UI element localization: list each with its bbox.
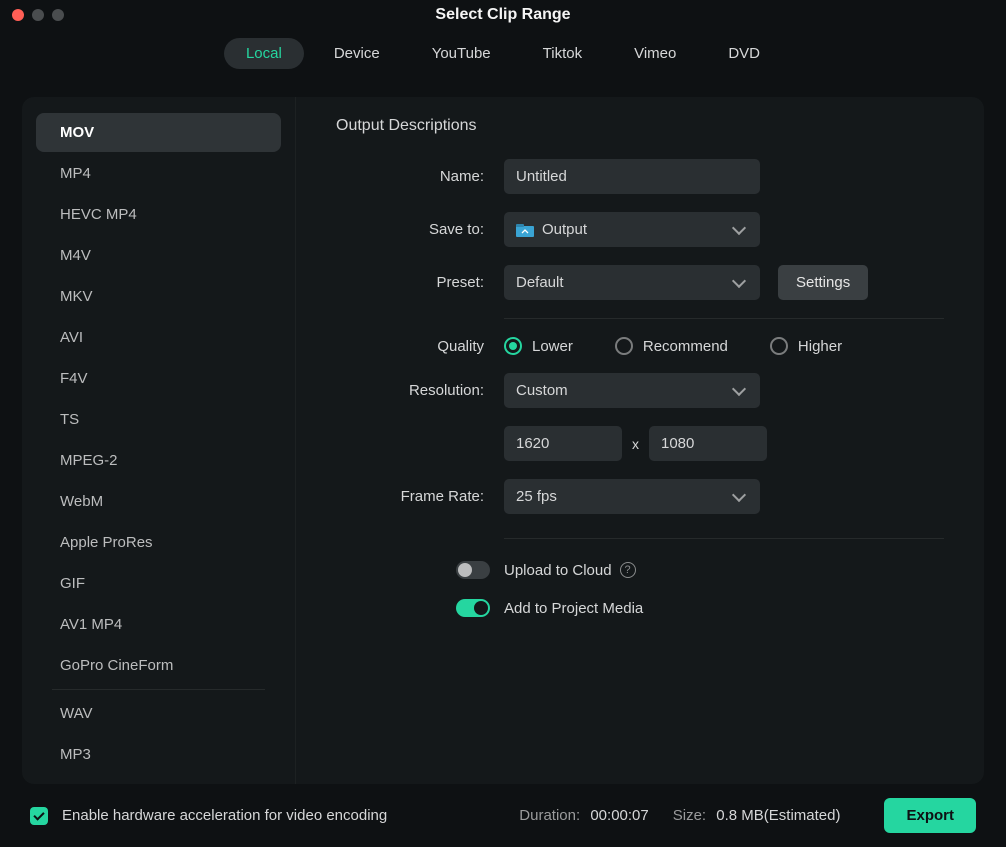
hw-accel-checkbox[interactable] bbox=[30, 807, 48, 825]
help-icon[interactable]: ? bbox=[620, 562, 636, 578]
upload-cloud-toggle[interactable] bbox=[456, 561, 490, 579]
quality-higher-label: Higher bbox=[798, 338, 842, 355]
duration-label: Duration: bbox=[519, 807, 580, 824]
size-label: Size: bbox=[673, 807, 706, 824]
close-window-button[interactable] bbox=[12, 9, 24, 21]
divider bbox=[504, 318, 944, 319]
name-label: Name: bbox=[336, 168, 504, 185]
quality-recommend-label: Recommend bbox=[643, 338, 728, 355]
name-input[interactable] bbox=[504, 159, 760, 194]
format-mkv[interactable]: MKV bbox=[36, 277, 281, 316]
format-mov[interactable]: MOV bbox=[36, 113, 281, 152]
format-mp3[interactable]: MP3 bbox=[36, 735, 281, 774]
add-to-project-media-toggle[interactable] bbox=[456, 599, 490, 617]
maximize-window-button[interactable] bbox=[52, 9, 64, 21]
resolution-select[interactable]: Custom bbox=[504, 373, 760, 408]
divider bbox=[504, 538, 944, 539]
footer-bar: Enable hardware acceleration for video e… bbox=[0, 784, 1006, 847]
chevron-down-icon bbox=[732, 381, 746, 395]
format-gif[interactable]: GIF bbox=[36, 564, 281, 603]
preset-select[interactable]: Default bbox=[504, 265, 760, 300]
tab-tiktok[interactable]: Tiktok bbox=[521, 38, 604, 69]
format-f4v[interactable]: F4V bbox=[36, 359, 281, 398]
save-to-value: Output bbox=[542, 221, 587, 238]
tab-dvd[interactable]: DVD bbox=[706, 38, 782, 69]
radio-icon bbox=[504, 337, 522, 355]
window-title: Select Clip Range bbox=[0, 6, 1006, 24]
format-mp4[interactable]: MP4 bbox=[36, 154, 281, 193]
duration-value: 00:00:07 bbox=[590, 807, 648, 824]
radio-icon bbox=[615, 337, 633, 355]
resolution-separator: x bbox=[632, 436, 639, 452]
frame-rate-select[interactable]: 25 fps bbox=[504, 479, 760, 514]
format-sidebar: MOV MP4 HEVC MP4 M4V MKV AVI F4V TS MPEG… bbox=[22, 97, 296, 784]
format-ts[interactable]: TS bbox=[36, 400, 281, 439]
resolution-value: Custom bbox=[516, 382, 568, 399]
frame-rate-value: 25 fps bbox=[516, 488, 557, 505]
quality-radio-group: Lower Recommend Higher bbox=[504, 337, 842, 355]
chevron-down-icon bbox=[732, 273, 746, 287]
footer-meta: Duration: 00:00:07 Size: 0.8 MB(Estimate… bbox=[519, 807, 840, 824]
source-tabs: Local Device YouTube Tiktok Vimeo DVD bbox=[0, 38, 1006, 69]
section-title: Output Descriptions bbox=[336, 117, 944, 135]
save-to-select[interactable]: Output bbox=[504, 212, 760, 247]
save-to-label: Save to: bbox=[336, 221, 504, 238]
add-to-project-media-label: Add to Project Media bbox=[504, 600, 643, 617]
format-m4v[interactable]: M4V bbox=[36, 236, 281, 275]
chevron-down-icon bbox=[732, 487, 746, 501]
tab-vimeo[interactable]: Vimeo bbox=[612, 38, 698, 69]
quality-lower-radio[interactable]: Lower bbox=[504, 337, 573, 355]
format-avi[interactable]: AVI bbox=[36, 318, 281, 357]
format-hevc-mp4[interactable]: HEVC MP4 bbox=[36, 195, 281, 234]
resolution-width-input[interactable] bbox=[504, 426, 622, 461]
radio-icon bbox=[770, 337, 788, 355]
settings-button[interactable]: Settings bbox=[778, 265, 868, 300]
sidebar-divider bbox=[52, 689, 265, 690]
chevron-down-icon bbox=[732, 220, 746, 234]
folder-icon bbox=[516, 223, 534, 237]
titlebar: Select Clip Range bbox=[0, 0, 1006, 30]
frame-rate-label: Frame Rate: bbox=[336, 488, 504, 505]
format-gopro-cineform[interactable]: GoPro CineForm bbox=[36, 646, 281, 685]
format-wav[interactable]: WAV bbox=[36, 694, 281, 733]
minimize-window-button[interactable] bbox=[32, 9, 44, 21]
quality-higher-radio[interactable]: Higher bbox=[770, 337, 842, 355]
export-button[interactable]: Export bbox=[884, 798, 976, 833]
preset-value: Default bbox=[516, 274, 564, 291]
format-mpeg2[interactable]: MPEG-2 bbox=[36, 441, 281, 480]
resolution-height-input[interactable] bbox=[649, 426, 767, 461]
tab-device[interactable]: Device bbox=[312, 38, 402, 69]
tab-local[interactable]: Local bbox=[224, 38, 304, 69]
upload-cloud-label: Upload to Cloud bbox=[504, 562, 612, 579]
window-controls bbox=[12, 9, 64, 21]
quality-lower-label: Lower bbox=[532, 338, 573, 355]
resolution-label: Resolution: bbox=[336, 382, 504, 399]
format-apple-prores[interactable]: Apple ProRes bbox=[36, 523, 281, 562]
quality-label: Quality bbox=[336, 338, 504, 355]
output-settings: Output Descriptions Name: Save to: Out bbox=[296, 97, 984, 784]
export-window: Select Clip Range Local Device YouTube T… bbox=[0, 0, 1006, 847]
tab-youtube[interactable]: YouTube bbox=[410, 38, 513, 69]
check-icon bbox=[33, 809, 44, 820]
format-webm[interactable]: WebM bbox=[36, 482, 281, 521]
hw-accel-label: Enable hardware acceleration for video e… bbox=[62, 807, 505, 824]
format-av1-mp4[interactable]: AV1 MP4 bbox=[36, 605, 281, 644]
size-value: 0.8 MB(Estimated) bbox=[716, 807, 840, 824]
preset-label: Preset: bbox=[336, 274, 504, 291]
quality-recommend-radio[interactable]: Recommend bbox=[615, 337, 728, 355]
main-panel: MOV MP4 HEVC MP4 M4V MKV AVI F4V TS MPEG… bbox=[22, 97, 984, 784]
